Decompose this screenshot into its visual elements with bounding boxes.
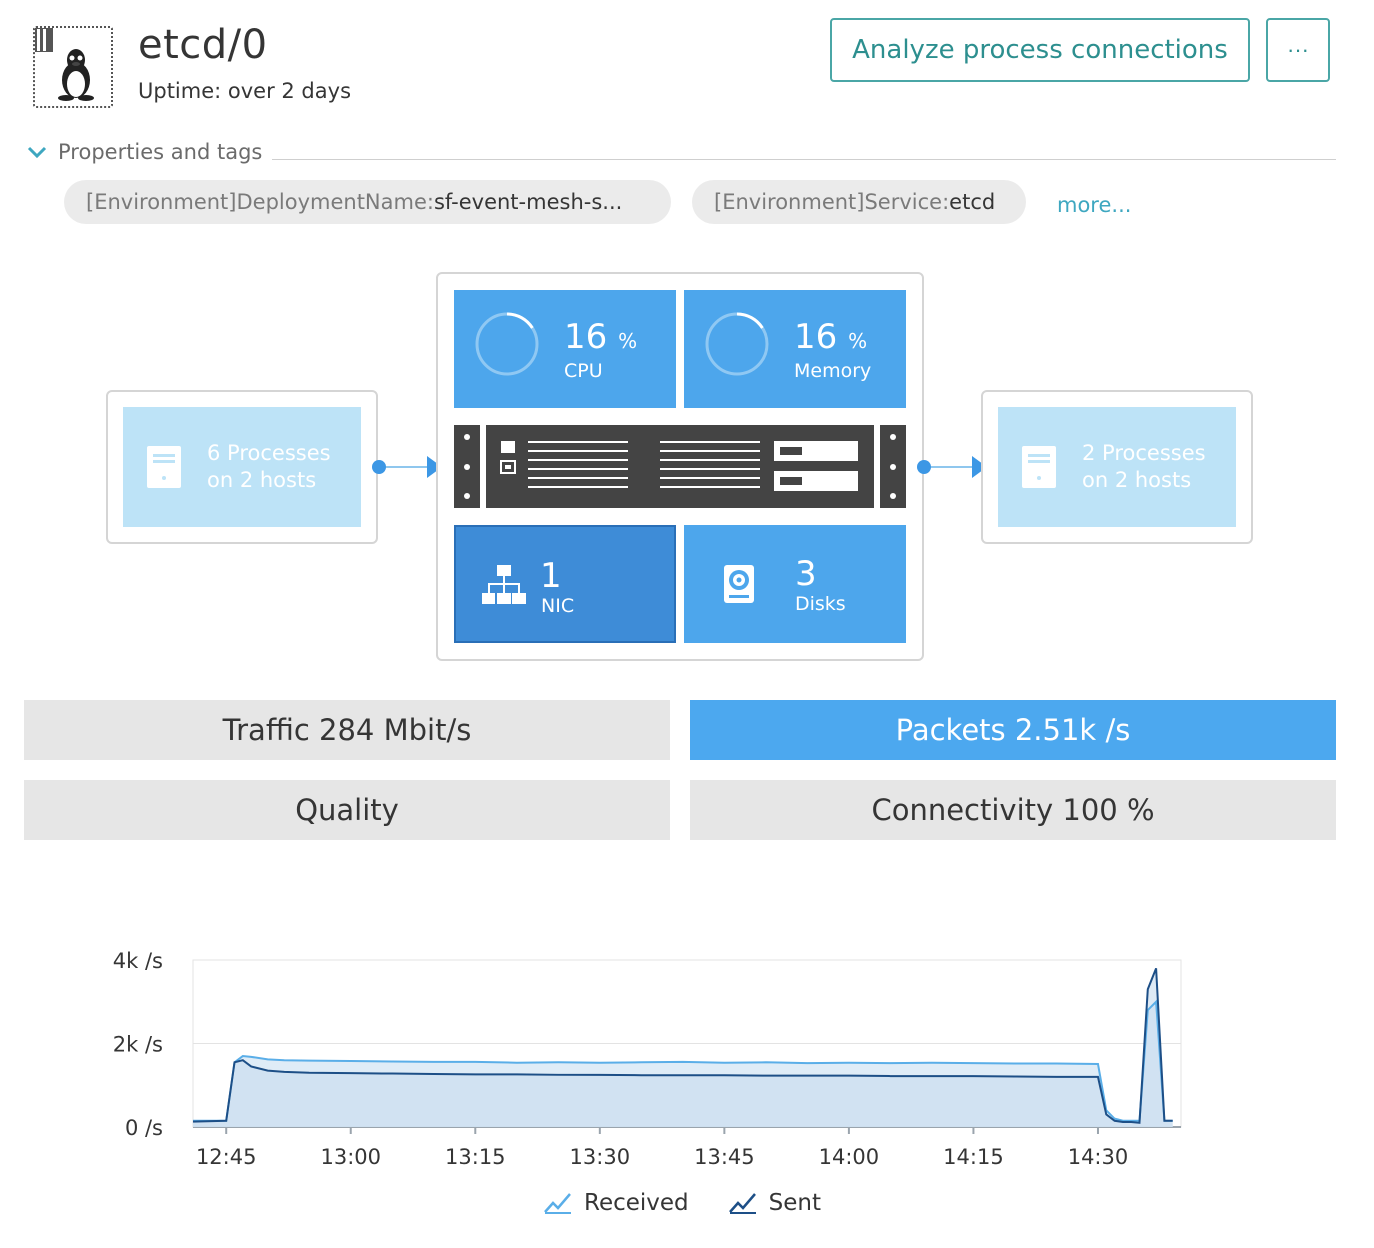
tag-key: [Environment]DeploymentName:: [86, 190, 434, 214]
tag-deployment-name[interactable]: [Environment]DeploymentName: sf-event-me…: [64, 180, 671, 224]
memory-value: 16 %: [794, 317, 868, 357]
x-tick-label: 14:30: [1068, 1145, 1129, 1169]
tag-service[interactable]: [Environment]Service: etcd: [692, 180, 1026, 224]
memory-tile[interactable]: 16 % Memory: [684, 290, 906, 408]
incoming-processes-card: 6 Processes on 2 hosts: [106, 390, 378, 544]
legend-sent-label: Sent: [768, 1190, 822, 1216]
chart-legend: Received Sent: [544, 1190, 821, 1216]
y-tick-label: 0 /s: [125, 1116, 163, 1140]
cpu-label: CPU: [564, 360, 603, 382]
outgoing-processes-hosts: on 2 hosts: [1082, 468, 1192, 492]
properties-toggle[interactable]: Properties and tags: [26, 140, 262, 164]
tab-connectivity[interactable]: Connectivity 100 %: [690, 780, 1336, 840]
legend-sent[interactable]: Sent: [728, 1190, 822, 1216]
connector-dot: [372, 460, 386, 474]
process-logo: [33, 26, 113, 108]
more-tags-link[interactable]: more...: [1057, 193, 1131, 217]
x-tick-label: 13:15: [445, 1145, 506, 1169]
x-tick-label: 13:00: [320, 1145, 381, 1169]
outgoing-processes-tile[interactable]: 2 Processes on 2 hosts: [998, 407, 1236, 527]
y-tick-label: 4k /s: [113, 949, 163, 973]
tag-key: [Environment]Service:: [714, 190, 950, 214]
tab-quality[interactable]: Quality: [24, 780, 670, 840]
uptime-text: Uptime: over 2 days: [138, 79, 352, 103]
nic-tile[interactable]: 1 NIC: [454, 525, 676, 643]
incoming-processes-hosts: on 2 hosts: [207, 468, 317, 492]
legend-received[interactable]: Received: [544, 1190, 689, 1216]
tab-packets[interactable]: Packets 2.51k /s: [690, 700, 1336, 760]
outgoing-processes-card: 2 Processes on 2 hosts: [981, 390, 1253, 544]
cpu-gauge: [475, 312, 539, 376]
incoming-processes-tile[interactable]: 6 Processes on 2 hosts: [123, 407, 361, 527]
memory-gauge: [705, 312, 769, 376]
page-title: etcd/0: [138, 22, 268, 68]
process-icon: [1022, 446, 1056, 488]
x-tick-label: 14:15: [943, 1145, 1004, 1169]
cpu-value: 16 %: [564, 317, 638, 357]
more-options-button[interactable]: ···: [1266, 18, 1330, 82]
x-tick-label: 14:00: [819, 1145, 880, 1169]
nic-count: 1: [540, 556, 562, 596]
packets-chart: 4k /s 2k /s 0 /s 12:45 13:00 13:15 13:30 13:45…: [113, 949, 1182, 1169]
connector-dot: [917, 460, 931, 474]
y-tick-label: 2k /s: [113, 1033, 163, 1057]
properties-label: Properties and tags: [58, 140, 263, 164]
incoming-processes-count: 6 Processes: [207, 441, 331, 465]
tab-traffic[interactable]: Traffic 284 Mbit/s: [24, 700, 670, 760]
line-chart-icon: [544, 1193, 571, 1214]
chevron-down-icon: [27, 146, 47, 159]
x-tick-label: 13:45: [694, 1145, 755, 1169]
tag-value: etcd: [949, 190, 996, 214]
memory-label: Memory: [794, 360, 872, 382]
cpu-tile[interactable]: 16 % CPU: [454, 290, 676, 408]
disks-count: 3: [795, 554, 817, 594]
legend-received-label: Received: [584, 1190, 689, 1216]
divider: [272, 159, 1336, 160]
network-icon: [482, 565, 526, 604]
analyze-process-connections-button[interactable]: Analyze process connections: [830, 18, 1250, 82]
outgoing-processes-count: 2 Processes: [1082, 441, 1206, 465]
tag-value: sf-event-mesh-s...: [433, 190, 623, 214]
nic-label: NIC: [541, 595, 575, 617]
disk-icon: [724, 565, 754, 603]
server-icon: [454, 425, 906, 508]
process-icon: [147, 446, 181, 488]
linux-tux-icon: [33, 26, 94, 101]
disks-label: Disks: [795, 593, 846, 615]
x-tick-label: 13:30: [570, 1145, 631, 1169]
x-tick-label: 12:45: [196, 1145, 257, 1169]
disks-tile[interactable]: 3 Disks: [684, 525, 906, 643]
line-chart-icon: [728, 1193, 756, 1214]
